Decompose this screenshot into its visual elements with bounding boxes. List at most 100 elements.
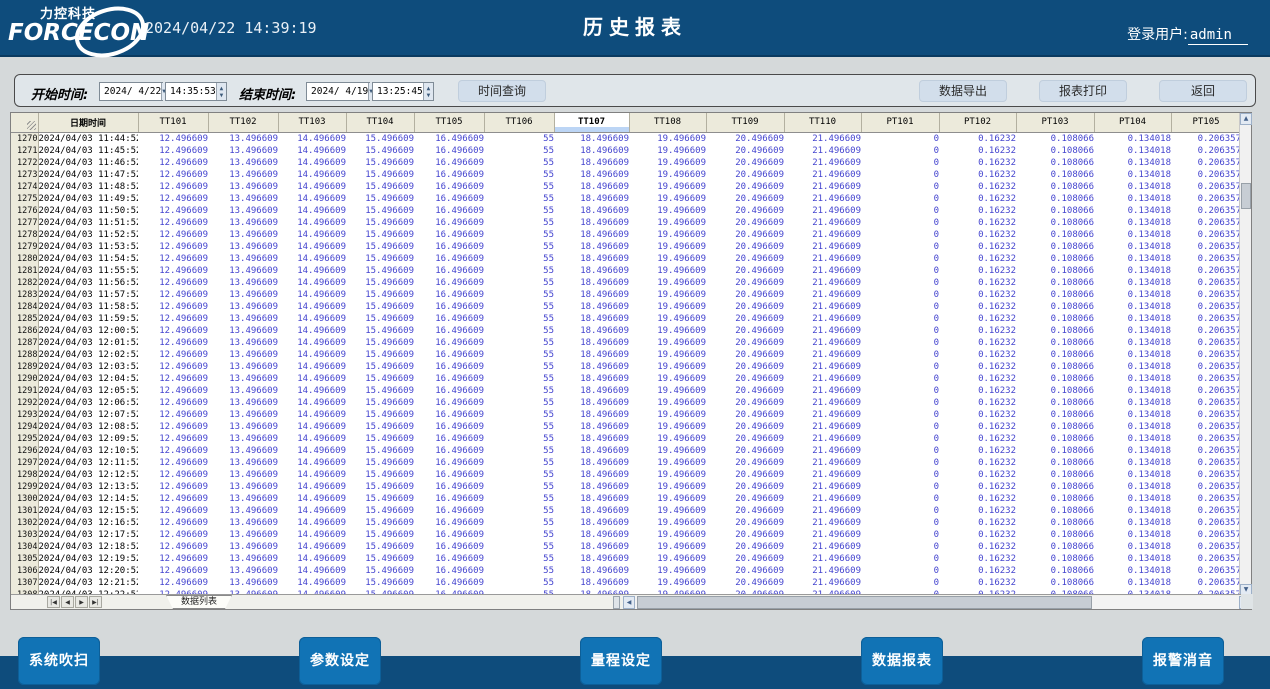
row-number-cell: 1279 [11,241,38,253]
scroll-up-icon[interactable]: ▲ [1240,113,1252,125]
sheet-nav-first-icon[interactable]: |◀ [47,596,60,608]
column-header-PT104[interactable]: PT104 [1094,113,1171,132]
table-row[interactable]: 12952024/04/03 12:09:5212.49660913.49660… [11,433,1241,445]
table-row[interactable]: 12962024/04/03 12:10:5212.49660913.49660… [11,445,1241,457]
column-header-PT101[interactable]: PT101 [861,113,939,132]
table-row[interactable]: 12852024/04/03 11:59:5212.49660913.49660… [11,313,1241,325]
table-row[interactable]: 12892024/04/03 12:03:5212.49660913.49660… [11,361,1241,373]
table-row[interactable]: 13012024/04/03 12:15:5212.49660913.49660… [11,505,1241,517]
column-header-TT109[interactable]: TT109 [706,113,784,132]
value-cell-TT103: 14.496609 [278,529,346,541]
table-row[interactable]: 12802024/04/03 11:54:5212.49660913.49660… [11,253,1241,265]
value-cell-TT110: 21.496609 [784,397,861,409]
datetime-cell: 2024/04/03 11:51:52 [38,217,138,229]
column-header-datetime[interactable]: 日期时间 [38,113,138,132]
sheet-nav-last-icon[interactable]: ▶| [89,596,102,608]
table-row[interactable]: 12882024/04/03 12:02:5212.49660913.49660… [11,349,1241,361]
column-header-TT101[interactable]: TT101 [138,113,208,132]
column-header-TT105[interactable]: TT105 [414,113,484,132]
column-header-TT104[interactable]: TT104 [346,113,414,132]
row-number-cell: 1305 [11,553,38,565]
table-row[interactable]: 12722024/04/03 11:46:5212.49660913.49660… [11,157,1241,169]
tab-data-list[interactable]: 数据列表 [166,595,232,609]
range-setting-button[interactable]: 量程设定 [580,637,662,685]
column-header-TT103[interactable]: TT103 [278,113,346,132]
column-header-TT106[interactable]: TT106 [484,113,554,132]
table-row[interactable]: 12752024/04/03 11:49:5212.49660913.49660… [11,193,1241,205]
start-time-spinner[interactable]: ▲▼ [216,83,226,100]
table-row[interactable]: 12762024/04/03 11:50:5212.49660913.49660… [11,205,1241,217]
value-cell-TT104: 15.496609 [346,409,414,421]
table-row[interactable]: 12742024/04/03 11:48:5212.49660913.49660… [11,181,1241,193]
table-row[interactable]: 12992024/04/03 12:13:5212.49660913.49660… [11,481,1241,493]
sheet-nav-next-icon[interactable]: ▶ [75,596,88,608]
scroll-left-icon[interactable]: ◀ [623,596,635,609]
column-header-TT110[interactable]: TT110 [784,113,861,132]
table-row[interactable]: 12972024/04/03 12:11:5212.49660913.49660… [11,457,1241,469]
horizontal-scroll-thumb[interactable] [637,596,1092,609]
table-row[interactable]: 12712024/04/03 11:45:5212.49660913.49660… [11,145,1241,157]
report-print-button[interactable]: 报表打印 [1039,80,1127,102]
start-time-input[interactable]: 14:35:53 ▲▼ [165,82,227,101]
table-row[interactable]: 12812024/04/03 11:55:5212.49660913.49660… [11,265,1241,277]
start-date-picker[interactable]: 2024/ 4/22 ▼ [99,82,163,101]
value-cell-TT103: 14.496609 [278,553,346,565]
data-export-button[interactable]: 数据导出 [919,80,1007,102]
sheet-nav-prev-icon[interactable]: ◀ [61,596,74,608]
table-row[interactable]: 13072024/04/03 12:21:5212.49660913.49660… [11,577,1241,589]
corner-select-all-cell[interactable] [11,113,38,132]
table-row[interactable]: 13032024/04/03 12:17:5212.49660913.49660… [11,529,1241,541]
table-row[interactable]: 13002024/04/03 12:14:5212.49660913.49660… [11,493,1241,505]
column-header-PT105[interactable]: PT105 [1171,113,1241,132]
table-row[interactable]: 12732024/04/03 11:47:5212.49660913.49660… [11,169,1241,181]
column-header-PT102[interactable]: PT102 [939,113,1016,132]
table-row[interactable]: 13062024/04/03 12:20:5212.49660913.49660… [11,565,1241,577]
vertical-scrollbar[interactable]: ▲ ▼ [1239,113,1251,596]
table-row[interactable]: 13042024/04/03 12:18:5212.49660913.49660… [11,541,1241,553]
table-row[interactable]: 12822024/04/03 11:56:5212.49660913.49660… [11,277,1241,289]
column-header-TT108[interactable]: TT108 [629,113,706,132]
value-cell-PT102: 0.16232 [939,241,1016,253]
datetime-cell: 2024/04/03 12:19:52 [38,553,138,565]
table-row[interactable]: 12982024/04/03 12:12:5212.49660913.49660… [11,469,1241,481]
time-query-button[interactable]: 时间查询 [458,80,546,102]
value-cell-TT104: 15.496609 [346,481,414,493]
parameter-setting-button[interactable]: 参数设定 [299,637,381,685]
vertical-scroll-thumb[interactable] [1241,183,1251,209]
value-cell-TT101: 12.496609 [138,132,208,145]
table-row[interactable]: 12872024/04/03 12:01:5212.49660913.49660… [11,337,1241,349]
table-row[interactable]: 13022024/04/03 12:16:5212.49660913.49660… [11,517,1241,529]
table-row[interactable]: 12942024/04/03 12:08:5212.49660913.49660… [11,421,1241,433]
value-cell-PT101: 0 [861,577,939,589]
table-row[interactable]: 12772024/04/03 11:51:5212.49660913.49660… [11,217,1241,229]
column-header-TT102[interactable]: TT102 [208,113,278,132]
table-row[interactable]: 12702024/04/03 11:44:5212.49660913.49660… [11,132,1241,145]
back-button[interactable]: 返回 [1159,80,1247,102]
column-header-PT103[interactable]: PT103 [1016,113,1094,132]
tab-scroll-splitter[interactable] [613,596,620,609]
end-date-picker[interactable]: 2024/ 4/19 ▼ [306,82,370,101]
column-header-TT107[interactable]: TT107 [554,113,629,132]
table-row[interactable]: 12862024/04/03 12:00:5212.49660913.49660… [11,325,1241,337]
table-row[interactable]: 12832024/04/03 11:57:5212.49660913.49660… [11,289,1241,301]
table-row[interactable]: 13052024/04/03 12:19:5212.49660913.49660… [11,553,1241,565]
value-cell-PT102: 0.16232 [939,253,1016,265]
value-cell-TT103: 14.496609 [278,385,346,397]
table-row[interactable]: 12792024/04/03 11:53:5212.49660913.49660… [11,241,1241,253]
horizontal-scrollbar[interactable]: ◀ ▶ [623,596,1251,609]
value-cell-TT101: 12.496609 [138,421,208,433]
table-row[interactable]: 12912024/04/03 12:05:5212.49660913.49660… [11,385,1241,397]
table-row[interactable]: 12842024/04/03 11:58:5212.49660913.49660… [11,301,1241,313]
table-row[interactable]: 12782024/04/03 11:52:5212.49660913.49660… [11,229,1241,241]
data-report-button[interactable]: 数据报表 [861,637,943,685]
alarm-mute-button[interactable]: 报警消音 [1142,637,1224,685]
table-row[interactable]: 12902024/04/03 12:04:5212.49660913.49660… [11,373,1241,385]
table-row[interactable]: 12922024/04/03 12:06:5212.49660913.49660… [11,397,1241,409]
value-cell-PT104: 0.134018 [1094,529,1171,541]
end-time-input[interactable]: 13:25:45 ▲▼ [372,82,434,101]
system-purge-button[interactable]: 系统吹扫 [18,637,100,685]
value-cell-PT104: 0.134018 [1094,577,1171,589]
end-time-spinner[interactable]: ▲▼ [423,83,433,100]
table-row[interactable]: 12932024/04/03 12:07:5212.49660913.49660… [11,409,1241,421]
value-cell-TT106: 55 [484,469,554,481]
